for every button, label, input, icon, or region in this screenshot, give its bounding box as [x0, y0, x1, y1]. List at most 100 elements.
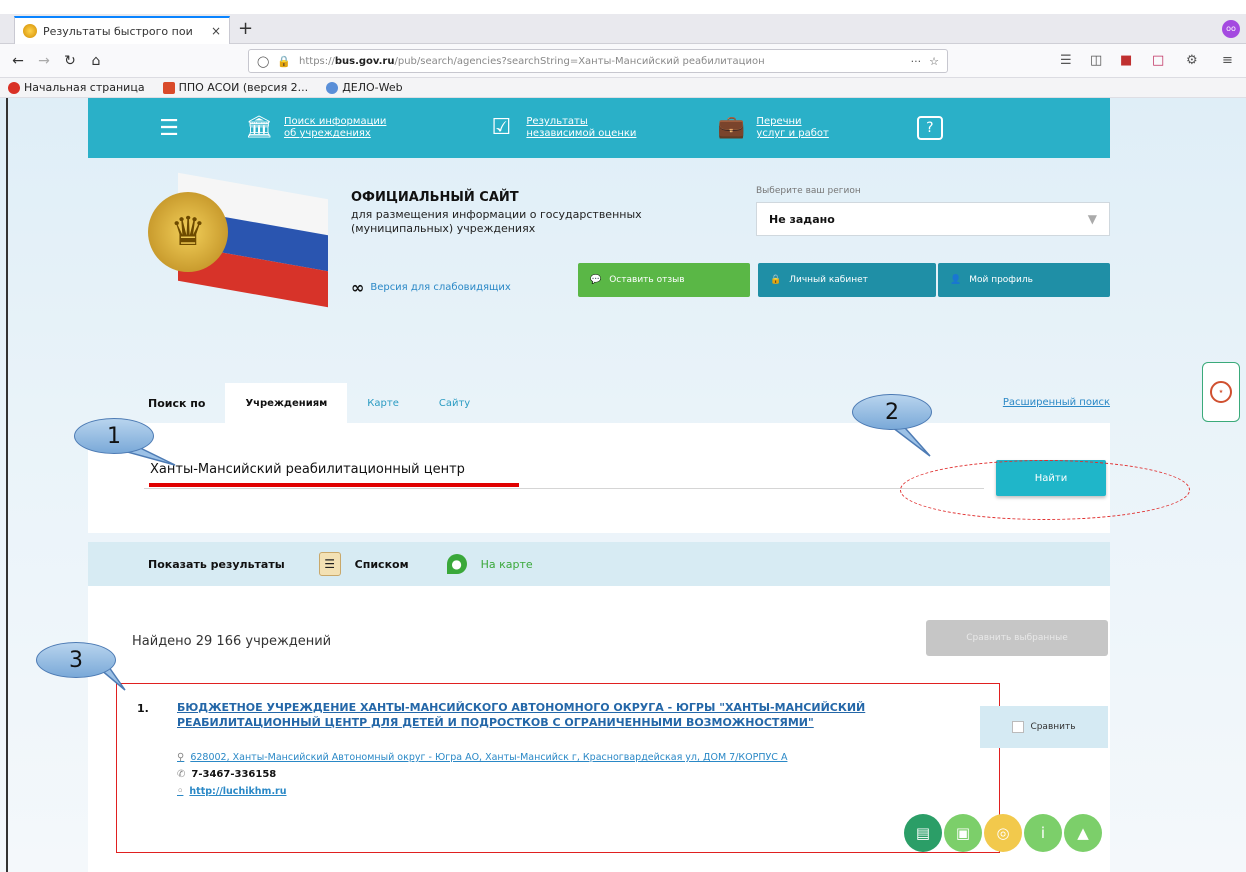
- bookmark-ppo[interactable]: ППО АСОИ (версия 2...: [162, 81, 308, 94]
- url-prefix: https://: [299, 55, 335, 67]
- result-title-link[interactable]: БЮДЖЕТНОЕ УЧРЕЖДЕНИЕ ХАНТЫ-МАНСИЙСКОГО А…: [177, 700, 937, 730]
- site-top-nav: ☰ 🏛 Поиск информации об учреждениях ☑ Рез…: [88, 98, 1110, 158]
- settings-icon[interactable]: ⚙: [1186, 53, 1198, 68]
- result-site[interactable]: ◦ http://luchikhm.ru: [177, 786, 287, 797]
- cabinet-label: Личный кабинет: [789, 275, 868, 285]
- region-label: Выберите ваш регион: [756, 186, 861, 196]
- nav-search-info-line2: об учреждениях: [284, 128, 371, 139]
- forward-icon[interactable]: →: [32, 50, 56, 72]
- site-title: ОФИЦИАЛЬНЫЙ САЙТ: [351, 190, 519, 205]
- pocket-icon[interactable]: □: [1152, 53, 1164, 68]
- shield-icon[interactable]: ◯: [257, 55, 269, 68]
- compare-checkbox[interactable]: Сравнить: [980, 706, 1108, 748]
- bookmark-delo[interactable]: ДЕЛО-Web: [326, 81, 403, 94]
- coat-of-arms-icon: ♛: [148, 192, 228, 272]
- russian-flag-emblem: ♛: [148, 172, 328, 308]
- info-icon[interactable]: i: [1024, 814, 1062, 852]
- library-icon[interactable]: ☰: [1060, 53, 1072, 68]
- region-value: Не задано: [769, 212, 835, 226]
- chat-icon: 💬: [590, 275, 602, 285]
- home-icon[interactable]: ⌂: [84, 50, 108, 72]
- advanced-search-link[interactable]: Расширенный поиск: [1003, 397, 1110, 408]
- red-highlight-underline: [149, 483, 519, 487]
- browser-toolbar: ← → ↻ ⌂ ◯ 🔒 https://bus.gov.ru/pub/searc…: [0, 44, 1246, 78]
- back-icon[interactable]: ←: [6, 50, 30, 72]
- like-icon[interactable]: ▲: [1064, 814, 1102, 852]
- map-view-option[interactable]: На карте: [481, 558, 533, 571]
- glasses-icon: ∞: [351, 278, 365, 297]
- map-pin-icon[interactable]: ●: [446, 554, 467, 574]
- nav-search-info-line1: Поиск информации: [284, 116, 387, 127]
- nav-search-info[interactable]: 🏛 Поиск информации об учреждениях: [244, 114, 386, 142]
- addon-icon[interactable]: ■: [1120, 53, 1132, 68]
- annotation-1: 1: [74, 418, 154, 454]
- search-tabs: Поиск по Учреждениям Карте Сайту: [88, 383, 1110, 423]
- results-view-bar: Показать результаты ☰ Списком ● На карте: [88, 542, 1110, 586]
- left-border: [6, 98, 8, 872]
- list-icon[interactable]: ☰: [318, 552, 341, 576]
- feedback-button[interactable]: 💬 Оставить отзыв: [578, 263, 750, 297]
- nav-services[interactable]: 💼 Перечни услуг и работ: [716, 114, 829, 142]
- show-results-label: Показать результаты: [148, 557, 285, 571]
- nav-results[interactable]: ☑ Результаты независимой оценки: [486, 114, 637, 142]
- browser-tab[interactable]: Результаты быстрого пои ×: [14, 16, 230, 44]
- bookmark-star-icon[interactable]: ☆: [929, 55, 939, 68]
- found-count: Найдено 29 166 учреждений: [132, 634, 332, 649]
- new-tab-button[interactable]: +: [238, 20, 253, 38]
- close-tab-icon[interactable]: ×: [211, 24, 221, 38]
- lock-icon: 🔒: [770, 275, 782, 285]
- extension-icon[interactable]: oo: [1222, 20, 1240, 38]
- bookmark-home-label: Начальная страница: [24, 81, 145, 94]
- side-feedback-widget[interactable]: ★: [1202, 362, 1240, 422]
- bookmark-home[interactable]: Начальная страница: [8, 81, 145, 94]
- my-profile-button[interactable]: 👤 Мой профиль: [938, 263, 1110, 297]
- personal-cabinet-button[interactable]: 🔒 Личный кабинет: [758, 263, 936, 297]
- low-vision-link[interactable]: ∞ Версия для слабовидящих: [351, 278, 511, 297]
- tab-map[interactable]: Карте: [347, 383, 419, 423]
- nav-results-line2: независимой оценки: [526, 128, 637, 139]
- comment-icon[interactable]: ▣: [944, 814, 982, 852]
- address-bar[interactable]: ◯ 🔒 https://bus.gov.ru/pub/search/agenci…: [248, 49, 948, 73]
- globe-icon: ◦: [177, 786, 184, 797]
- lock-icon[interactable]: 🔒: [277, 55, 291, 68]
- screenshot-frame: Результаты быстрого пои × + oo ← → ↻ ⌂ ◯…: [0, 0, 1246, 872]
- region-select[interactable]: Не задано ▼: [756, 202, 1110, 236]
- ppo-bookmark-icon: [162, 81, 175, 94]
- url-text[interactable]: https://bus.gov.ru/pub/search/agencies?s…: [299, 56, 903, 67]
- help-icon[interactable]: ?: [916, 116, 943, 140]
- institution-icon: 🏛: [245, 115, 273, 140]
- page-actions-icon[interactable]: ···: [911, 55, 922, 68]
- reload-icon[interactable]: ↻: [58, 50, 82, 72]
- result-phone: ✆ 7-3467-336158: [177, 769, 276, 780]
- delo-bookmark-icon: [326, 81, 339, 94]
- result-site-text[interactable]: http://luchikhm.ru: [189, 786, 286, 797]
- result-address-text[interactable]: 628002, Ханты-Мансийский Автономный окру…: [190, 752, 787, 763]
- site-favicon-icon: [23, 24, 37, 38]
- location-pin-icon: ⚲: [177, 752, 185, 763]
- feedback-label: Оставить отзыв: [609, 275, 685, 285]
- target-icon[interactable]: ◎: [984, 814, 1022, 852]
- nav-services-line2: услуг и работ: [756, 128, 829, 139]
- list-item: 1. БЮДЖЕТНОЕ УЧРЕЖДЕНИЕ ХАНТЫ-МАНСИЙСКОГ…: [116, 683, 1000, 853]
- tab-institutions[interactable]: Учреждениям: [225, 383, 348, 423]
- badge-icon: ★: [1210, 381, 1232, 403]
- phone-icon: ✆: [177, 769, 186, 780]
- home-bookmark-icon: [8, 81, 20, 94]
- bookmarks-bar: Начальная страница ППО АСОИ (версия 2...…: [0, 78, 1246, 98]
- chevron-down-icon: ▼: [1087, 212, 1097, 226]
- inbox-icon[interactable]: ▤: [904, 814, 942, 852]
- annotation-ellipse: [900, 460, 1190, 520]
- nav-services-link[interactable]: Перечни услуг и работ: [756, 116, 828, 140]
- hamburger-menu-icon[interactable]: ☰: [154, 114, 184, 142]
- compare-selected-button[interactable]: Сравнить выбранные: [926, 620, 1108, 656]
- sidebar-icon[interactable]: ◫: [1090, 53, 1102, 68]
- result-address[interactable]: ⚲ 628002, Ханты-Мансийский Автономный окр…: [177, 752, 787, 763]
- url-path: /pub/search/agencies?searchString=Ханты-…: [394, 55, 765, 67]
- menu-icon[interactable]: ≡: [1222, 53, 1233, 68]
- list-view-option[interactable]: Списком: [355, 558, 409, 571]
- user-icon: 👤: [950, 275, 962, 285]
- nav-search-info-link[interactable]: Поиск информации об учреждениях: [284, 116, 386, 140]
- checklist-icon: ☑: [491, 115, 512, 140]
- tab-site[interactable]: Сайту: [419, 383, 490, 423]
- nav-results-link[interactable]: Результаты независимой оценки: [526, 116, 636, 140]
